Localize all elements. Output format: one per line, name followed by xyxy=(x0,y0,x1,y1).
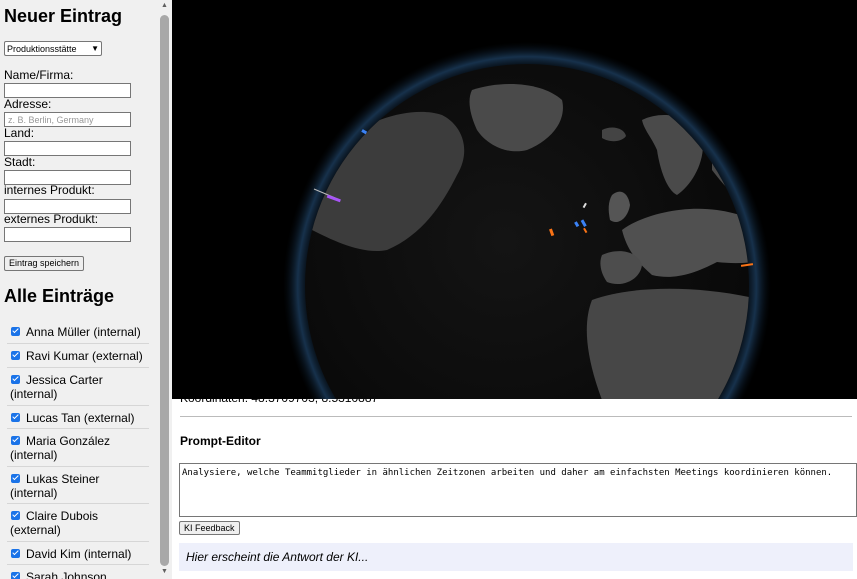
ki-feedback-button[interactable]: KI Feedback xyxy=(179,521,240,535)
save-entry-button[interactable]: Eintrag speichern xyxy=(4,256,85,271)
entry-label: Sarah Johnson xyxy=(26,570,107,579)
entry-checkbox[interactable] xyxy=(11,351,20,360)
address-input[interactable]: z. B. Berlin, Germany xyxy=(4,112,131,127)
entry-label: Lukas Steiner (internal) xyxy=(10,472,100,500)
name-input[interactable] xyxy=(4,83,131,98)
chevron-down-icon: ▼ xyxy=(91,44,99,53)
list-item[interactable]: Maria González (internal) xyxy=(7,429,149,467)
type-select-value: Produktionsstätte xyxy=(7,43,77,54)
entry-label: Anna Müller (internal) xyxy=(26,325,141,339)
globe-view[interactable] xyxy=(172,0,857,399)
city-label: Stadt: xyxy=(4,155,36,169)
all-entries-title: Alle Einträge xyxy=(4,286,115,306)
list-item[interactable]: Jessica Carter (internal) xyxy=(7,368,149,406)
external-product-label: externes Produkt: xyxy=(4,212,99,226)
globe-canvas[interactable] xyxy=(172,0,857,399)
divider xyxy=(180,416,852,417)
entry-label: Lucas Tan (external) xyxy=(26,411,135,425)
list-item[interactable]: Anna Müller (internal) xyxy=(7,319,149,344)
entry-label: David Kim (internal) xyxy=(26,547,132,561)
main-panel: Koordinaten: 48.3709703, 8.5310887 Promp… xyxy=(172,0,857,579)
new-entry-title: Neuer Eintrag xyxy=(4,6,123,26)
entry-label: Claire Dubois (external) xyxy=(10,509,99,537)
list-item[interactable]: David Kim (internal) xyxy=(7,542,149,565)
prompt-editor-title: Prompt-Editor xyxy=(180,434,261,448)
entry-checkbox[interactable] xyxy=(11,511,20,520)
entry-checkbox[interactable] xyxy=(11,327,20,336)
list-item[interactable]: Sarah Johnson xyxy=(7,565,149,579)
prompt-textarea[interactable]: Analysiere, welche Teammitglieder in ähn… xyxy=(179,463,857,517)
address-label: Adresse: xyxy=(4,97,52,111)
list-item[interactable]: Ravi Kumar (external) xyxy=(7,344,149,368)
list-item[interactable]: Lucas Tan (external) xyxy=(7,406,149,429)
internal-product-label: internes Produkt: xyxy=(4,183,95,197)
entry-label: Jessica Carter (internal) xyxy=(10,373,103,401)
type-select[interactable]: Produktionsstätte ▼ xyxy=(4,41,102,56)
entry-checkbox[interactable] xyxy=(11,375,20,384)
list-item[interactable]: Lukas Steiner (internal) xyxy=(7,467,149,504)
list-item[interactable]: Claire Dubois (external) xyxy=(7,504,149,542)
country-label: Land: xyxy=(4,126,35,140)
country-input[interactable] xyxy=(4,141,131,156)
external-product-input[interactable] xyxy=(4,227,131,242)
entry-checkbox[interactable] xyxy=(11,413,20,422)
sidebar: Neuer Eintrag Produktionsstätte ▼ Name/F… xyxy=(0,0,172,579)
name-label: Name/Firma: xyxy=(4,68,74,82)
ki-answer-text: Hier erscheint die Antwort der KI... xyxy=(186,550,369,564)
entry-label: Ravi Kumar (external) xyxy=(26,349,143,363)
ki-answer-box: Hier erscheint die Antwort der KI... xyxy=(179,543,853,571)
entry-checkbox[interactable] xyxy=(11,572,20,579)
entry-label: Maria González (internal) xyxy=(10,434,111,462)
sidebar-scrollbar[interactable]: ▲ ▼ xyxy=(158,0,172,579)
entry-checkbox[interactable] xyxy=(11,549,20,558)
scroll-down-arrow-icon[interactable]: ▼ xyxy=(161,568,168,575)
entry-checkbox[interactable] xyxy=(11,436,20,445)
scroll-up-arrow-icon[interactable]: ▲ xyxy=(161,2,168,9)
scrollbar-thumb[interactable] xyxy=(160,15,169,566)
entry-checkbox[interactable] xyxy=(11,474,20,483)
